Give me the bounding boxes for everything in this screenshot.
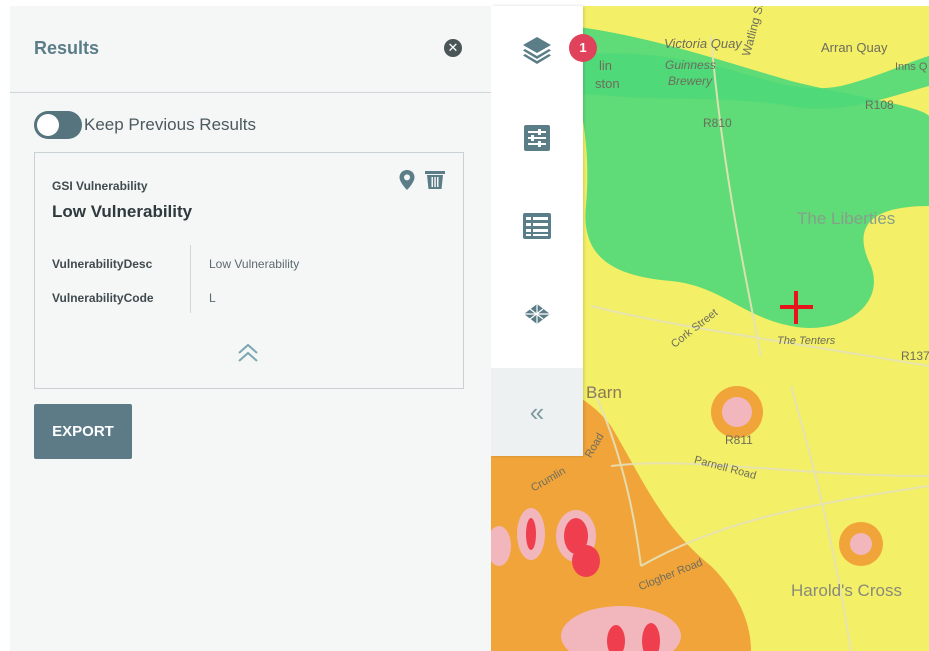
attribute-value: L xyxy=(209,291,216,305)
layers-count-badge: 1 xyxy=(569,34,597,62)
layer-name: GSI Vulnerability xyxy=(52,179,148,193)
map-label: The Liberties xyxy=(797,209,896,228)
results-panel: Results ✕ Keep Previous Results GSI Vuln… xyxy=(10,6,491,651)
attribute-divider xyxy=(190,245,191,313)
table-list-icon xyxy=(523,213,551,239)
keep-previous-toggle[interactable] xyxy=(34,111,82,139)
sliders-icon xyxy=(524,125,550,151)
map-label: Barn xyxy=(586,383,622,402)
map-label: Inns Q xyxy=(895,61,928,73)
map-label: R137 xyxy=(901,349,929,363)
layers-icon xyxy=(523,37,551,64)
map-label: R108 xyxy=(865,98,894,112)
map-label: R811 xyxy=(725,433,753,447)
close-icon[interactable]: ✕ xyxy=(444,39,462,57)
map-label: Harold's Cross xyxy=(791,581,902,600)
attribute-table-button[interactable] xyxy=(491,182,583,270)
map-label: Brewery xyxy=(668,74,713,88)
collapse-up-icon[interactable] xyxy=(236,342,260,364)
result-card: GSI Vulnerability Low Vulnerability Vuln… xyxy=(34,152,464,389)
map-label: ston xyxy=(595,76,620,91)
toggle-knob xyxy=(37,114,59,136)
results-header: Results ✕ xyxy=(10,6,491,93)
keep-previous-label: Keep Previous Results xyxy=(84,115,256,134)
collapse-panel-button[interactable]: « xyxy=(491,368,583,456)
export-button[interactable]: EXPORT xyxy=(34,404,132,459)
map-label: Victoria Quay xyxy=(664,36,742,51)
map-label: R810 xyxy=(703,116,732,130)
layers-button[interactable]: 1 xyxy=(491,6,597,94)
map-label: The Tenters xyxy=(777,335,836,347)
basemap-icon xyxy=(524,304,550,324)
panel-title: Results xyxy=(34,38,100,58)
map-label: Arran Quay xyxy=(821,40,888,55)
attribute-value: Low Vulnerability xyxy=(209,257,300,271)
attribute-key: VulnerabilityCode xyxy=(52,291,154,305)
basemap-button[interactable] xyxy=(491,270,583,358)
settings-button[interactable] xyxy=(491,94,583,182)
map-label: Guinness xyxy=(665,58,716,72)
attribute-key: VulnerabilityDesc xyxy=(52,257,153,271)
map-label: lin xyxy=(599,58,613,73)
map-pin-icon[interactable] xyxy=(399,170,415,190)
feature-title: Low Vulnerability xyxy=(52,202,193,221)
map-toolbar: 1 « xyxy=(491,6,597,456)
keep-previous-row: Keep Previous Results xyxy=(34,110,256,140)
trash-icon[interactable] xyxy=(425,171,445,189)
